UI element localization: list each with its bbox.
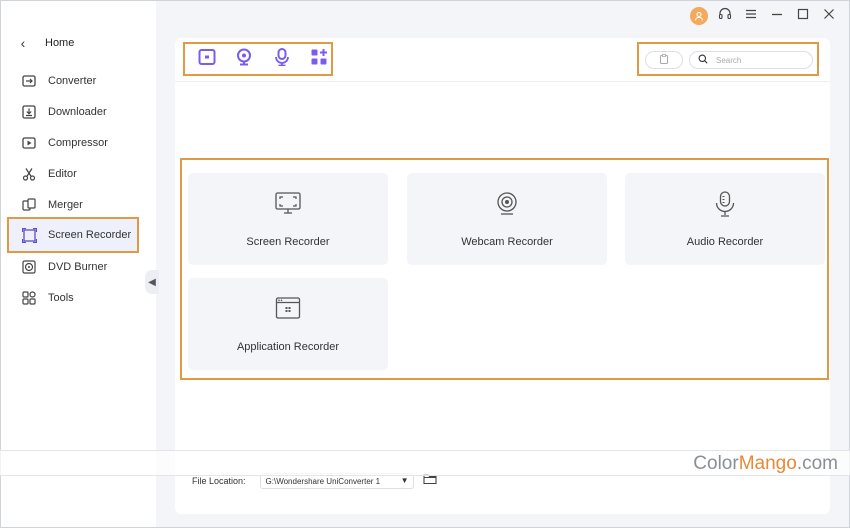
menu-icon — [745, 7, 757, 25]
screen-recorder-icon — [21, 227, 37, 243]
sidebar-item-tools[interactable]: Tools — [7, 280, 139, 316]
user-avatar-button[interactable] — [686, 3, 712, 29]
search-icon — [698, 51, 708, 69]
microphone-card-icon — [713, 191, 737, 217]
screen-record-tool-icon — [198, 48, 216, 71]
screen-record-tool-button[interactable] — [195, 47, 219, 71]
file-location-value: G:\Wondershare UniConverter 1 — [265, 476, 381, 486]
toolbar-divider — [175, 81, 830, 82]
watermark-part2: Mango — [738, 453, 797, 474]
sidebar-item-label: Editor — [48, 168, 77, 180]
minimize-icon — [771, 7, 783, 25]
compressor-icon — [21, 135, 37, 151]
watermark-part1: Color — [693, 453, 739, 474]
application-window-icon — [275, 296, 301, 322]
menu-button[interactable] — [738, 3, 764, 29]
maximize-button[interactable] — [790, 3, 816, 29]
support-button[interactable] — [712, 3, 738, 29]
webcam-recorder-card[interactable]: Webcam Recorder — [407, 173, 607, 265]
card-label: Application Recorder — [236, 341, 340, 353]
search-area — [637, 42, 819, 76]
audio-recorder-card[interactable]: Audio Recorder — [625, 173, 825, 265]
disc-icon — [21, 259, 37, 275]
webcam-tool-icon — [235, 48, 253, 71]
main-panel: Screen Recorder Webcam Recorder Audio Re… — [175, 38, 830, 514]
search-field[interactable] — [689, 51, 813, 69]
screen-recorder-card[interactable]: Screen Recorder — [188, 173, 388, 265]
webcam-tool-button[interactable] — [233, 47, 257, 71]
apps-tool-icon — [310, 48, 328, 71]
audio-tool-button[interactable] — [270, 47, 294, 71]
clipboard-button[interactable] — [645, 51, 683, 69]
webcam-card-icon — [495, 191, 519, 217]
sidebar-item-label: Converter — [48, 75, 97, 87]
card-label: Webcam Recorder — [461, 236, 553, 248]
close-button[interactable] — [816, 3, 842, 29]
merger-icon — [21, 197, 37, 213]
sidebar-item-label: Compressor — [48, 137, 108, 149]
sidebar-item-label: Screen Recorder — [48, 229, 132, 241]
tools-grid-icon — [21, 290, 37, 306]
home-link[interactable]: ‹ Home — [1, 31, 156, 55]
home-label: Home — [45, 37, 75, 49]
audio-tool-icon — [273, 47, 291, 71]
converter-icon — [21, 73, 37, 89]
search-input[interactable] — [716, 55, 806, 65]
chevron-left-icon: ◀ — [148, 276, 156, 288]
sidebar-item-label: Tools — [48, 292, 74, 304]
title-bar — [686, 0, 850, 32]
watermark-part3: .com — [796, 453, 838, 474]
apps-tool-button[interactable] — [308, 47, 332, 71]
close-icon — [823, 7, 835, 25]
headset-icon — [718, 7, 732, 26]
collapse-sidebar-button[interactable]: ◀ — [145, 270, 159, 294]
sidebar-item-label: Downloader — [48, 106, 107, 118]
sidebar: ‹ Home Converter Downloader Compressor E… — [1, 1, 156, 527]
sidebar-item-label: Merger — [48, 199, 83, 211]
minimize-button[interactable] — [764, 3, 790, 29]
maximize-icon — [797, 7, 809, 25]
sidebar-item-label: DVD Burner — [48, 261, 108, 273]
file-location-label: File Location: — [192, 476, 246, 486]
scissors-icon — [21, 166, 37, 182]
downloader-icon — [21, 104, 37, 120]
watermark-band: ColorMango.com — [0, 450, 850, 476]
recorder-toolbar — [183, 42, 333, 76]
chevron-down-icon: ▼ — [400, 476, 409, 485]
card-label: Audio Recorder — [686, 236, 764, 248]
clipboard-icon — [659, 51, 669, 69]
watermark-logo: ColorMango.com — [693, 453, 838, 475]
user-avatar-icon — [690, 7, 708, 25]
application-recorder-card[interactable]: Application Recorder — [188, 278, 388, 370]
recorder-cards: Screen Recorder Webcam Recorder Audio Re… — [180, 158, 829, 380]
card-label: Screen Recorder — [246, 236, 330, 248]
sidebar-item-screen-recorder[interactable]: Screen Recorder — [7, 217, 139, 253]
screen-recorder-card-icon — [275, 191, 301, 217]
back-chevron-icon: ‹ — [20, 35, 26, 51]
